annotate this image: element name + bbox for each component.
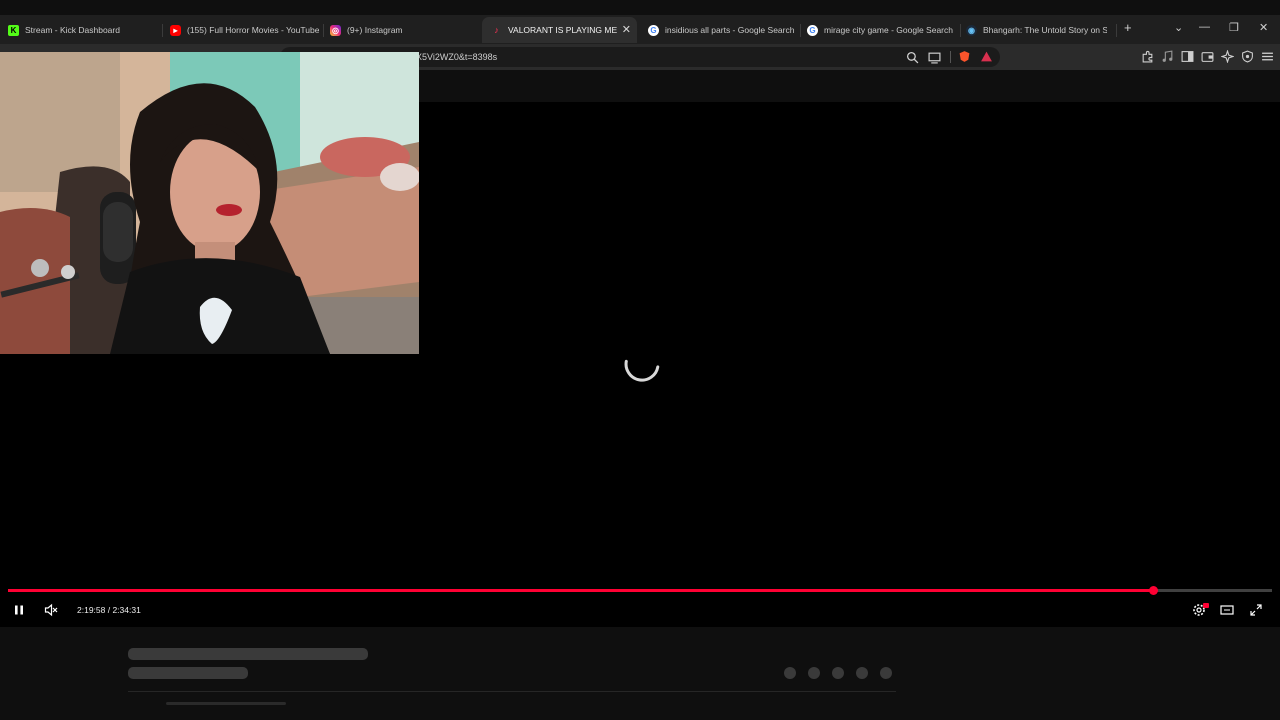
webcam-feed-image — [0, 52, 419, 354]
tab-label: mirage city game - Google Search — [824, 25, 953, 35]
tab-label: Bhangarh: The Untold Story on Stea — [983, 25, 1107, 35]
tab-separator — [323, 24, 324, 37]
wallet-icon[interactable] — [1201, 50, 1214, 63]
action-placeholder — [808, 667, 820, 679]
theater-mode-icon[interactable] — [1220, 603, 1234, 617]
divider — [128, 691, 896, 692]
close-tab-icon[interactable]: ✕ — [622, 23, 631, 36]
time-display: 2:19:58 / 2:34:31 — [77, 605, 141, 615]
tab-insidious-search[interactable]: G insidious all parts - Google Search — [648, 17, 798, 43]
tab-separator — [800, 24, 801, 37]
tab-separator — [1116, 24, 1117, 37]
subtitle-placeholder — [128, 667, 248, 679]
youtube-icon: ▸ — [170, 24, 181, 36]
google-icon: G — [807, 24, 818, 36]
tab-label: insidious all parts - Google Search — [665, 25, 795, 35]
pause-icon[interactable] — [13, 604, 25, 616]
media-controls-icon[interactable] — [1161, 50, 1174, 63]
extensions-icon[interactable] — [1141, 50, 1154, 63]
browser-tab-strip: K Stream - Kick Dashboard ▸ (155) Full H… — [0, 15, 1280, 44]
tab-mirage-search[interactable]: G mirage city game - Google Search — [807, 17, 957, 43]
instagram-icon: ◎ — [330, 24, 341, 36]
comment-placeholder — [166, 702, 286, 705]
vpn-shield-icon[interactable] — [1241, 50, 1254, 63]
brave-shields-icon[interactable] — [958, 50, 971, 63]
video-info-skeleton — [0, 627, 1280, 720]
tab-separator — [960, 24, 961, 37]
new-tab-button[interactable]: + — [1124, 20, 1132, 35]
tab-valorant-video[interactable]: ♪ VALORANT IS PLAYING ME GN ✕ — [482, 17, 637, 43]
hd-badge — [1203, 603, 1209, 608]
progress-bar[interactable] — [8, 586, 1272, 595]
action-placeholder — [784, 667, 796, 679]
action-placeholder — [832, 667, 844, 679]
kick-icon: K — [8, 24, 19, 36]
fullscreen-icon[interactable] — [1249, 603, 1263, 617]
google-icon: G — [648, 24, 659, 36]
leo-ai-icon[interactable] — [1221, 50, 1234, 63]
tab-label: Stream - Kick Dashboard — [25, 25, 120, 35]
mute-icon[interactable] — [44, 603, 58, 617]
tab-instagram[interactable]: ◎ (9+) Instagram — [330, 17, 475, 43]
url-text: X5Vi2WZ0&t=8398s — [416, 52, 498, 62]
tab-label: (155) Full Horror Movies - YouTube — [187, 25, 320, 35]
tab-separator — [162, 24, 163, 37]
title-placeholder — [128, 648, 368, 660]
progress-played — [8, 589, 1154, 592]
sidebar-icon[interactable] — [1181, 50, 1194, 63]
webcam-overlay — [0, 52, 419, 354]
audio-playing-icon: ♪ — [494, 25, 499, 35]
brave-rewards-icon[interactable] — [980, 50, 993, 63]
tab-youtube-horror[interactable]: ▸ (155) Full Horror Movies - YouTube — [170, 17, 320, 43]
player-controls: 2:19:58 / 2:34:31 — [0, 598, 1280, 622]
tab-bhangarh-steam[interactable]: ◉ Bhangarh: The Untold Story on Stea — [966, 17, 1111, 43]
restore-icon[interactable]: ❐ — [1229, 21, 1239, 34]
tab-label: VALORANT IS PLAYING ME GN — [508, 25, 618, 35]
tab-kick-dashboard[interactable]: K Stream - Kick Dashboard — [8, 17, 158, 43]
steam-icon: ◉ — [966, 24, 977, 36]
tab-search-chevron-icon[interactable]: ⌄ — [1174, 21, 1183, 34]
action-placeholder — [880, 667, 892, 679]
menu-icon[interactable] — [1261, 50, 1274, 63]
tab-label: (9+) Instagram — [347, 25, 403, 35]
zoom-icon[interactable] — [906, 51, 919, 64]
close-window-icon[interactable]: ✕ — [1259, 21, 1268, 34]
urlbar-divider — [950, 51, 951, 63]
minimize-icon[interactable]: — — [1199, 21, 1210, 33]
loading-spinner-icon — [624, 359, 660, 382]
action-placeholder — [856, 667, 868, 679]
cast-icon[interactable] — [928, 51, 941, 64]
